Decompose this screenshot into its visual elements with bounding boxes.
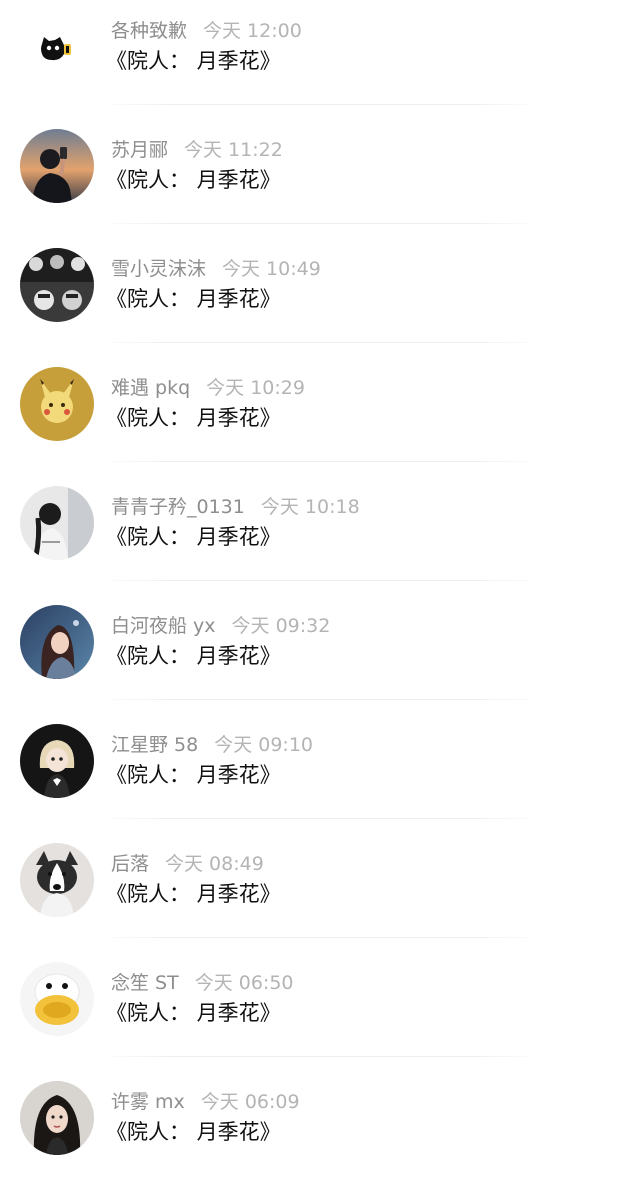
username[interactable]: 难遇 pkq: [111, 377, 190, 399]
comment-item[interactable]: 难遇 pkq 今天 10:29 《院人： 月季花》: [0, 357, 640, 476]
avatar[interactable]: [20, 129, 94, 203]
anime-girl-icon: [20, 605, 94, 679]
avatar[interactable]: [20, 605, 94, 679]
comment-item[interactable]: 后落 今天 08:49 《院人： 月季花》: [0, 833, 640, 952]
avatar[interactable]: [20, 10, 94, 84]
comment-text: 《院人： 月季花》: [106, 1001, 281, 1025]
timestamp: 今天 09:10: [214, 734, 314, 756]
username[interactable]: 雪小灵沫沫: [111, 258, 206, 280]
comment-text: 《院人： 月季花》: [106, 49, 281, 73]
divider: [111, 342, 531, 343]
comment-item[interactable]: 各种致歉 今天 12:00 《院人： 月季花》: [0, 0, 640, 119]
avatar[interactable]: [20, 248, 94, 322]
timestamp: 今天 11:22: [184, 139, 283, 161]
comment-text: 《院人： 月季花》: [106, 763, 281, 787]
username[interactable]: 各种致歉: [111, 20, 187, 42]
comment-item[interactable]: 青青子矜_0131 今天 10:18 《院人： 月季花》: [0, 476, 640, 595]
pikachu-icon: [20, 367, 94, 441]
comment-item[interactable]: 江星野 58 今天 09:10 《院人： 月季花》: [0, 714, 640, 833]
timestamp: 今天 12:00: [203, 20, 302, 42]
group-photo-icon: [20, 248, 94, 322]
divider: [111, 699, 531, 700]
cartoon-cat-icon: [20, 10, 94, 84]
timestamp: 今天 10:29: [206, 377, 305, 399]
divider: [111, 580, 531, 581]
username[interactable]: 后落: [111, 853, 149, 875]
person-photo-icon: [20, 1081, 94, 1155]
person-photo-icon: [20, 129, 94, 203]
timestamp: 今天 10:18: [260, 496, 360, 518]
divider: [111, 461, 531, 462]
duck-icon: [20, 962, 94, 1036]
avatar[interactable]: [20, 486, 94, 560]
comment-item[interactable]: 白河夜船 yx 今天 09:32 《院人： 月季花》: [0, 595, 640, 714]
comment-text: 《院人： 月季花》: [106, 525, 281, 549]
divider: [111, 1056, 531, 1057]
comment-text: 《院人： 月季花》: [106, 1120, 281, 1144]
divider: [111, 223, 531, 224]
comment-list: 各种致歉 今天 12:00 《院人： 月季花》 苏月郦 今天 11:22 《院人…: [0, 0, 640, 1174]
comment-item[interactable]: 雪小灵沫沫 今天 10:49 《院人： 月季花》: [0, 238, 640, 357]
divider: [111, 937, 531, 938]
timestamp: 今天 09:32: [231, 615, 331, 637]
comment-item[interactable]: 许雾 mx 今天 06:09 《院人： 月季花》: [0, 1071, 640, 1190]
avatar[interactable]: [20, 1081, 94, 1155]
username[interactable]: 青青子矜_0131: [111, 496, 245, 518]
username[interactable]: 苏月郦: [111, 139, 168, 161]
avatar[interactable]: [20, 367, 94, 441]
comment-item[interactable]: 念笙 ST 今天 06:50 《院人： 月季花》: [0, 952, 640, 1071]
comment-text: 《院人： 月季花》: [106, 406, 281, 430]
avatar[interactable]: [20, 724, 94, 798]
comment-text: 《院人： 月季花》: [106, 882, 281, 906]
username[interactable]: 白河夜船 yx: [111, 615, 216, 637]
avatar[interactable]: [20, 962, 94, 1036]
username[interactable]: 念笙 ST: [111, 972, 179, 994]
comment-text: 《院人： 月季花》: [106, 168, 281, 192]
timestamp: 今天 06:50: [194, 972, 294, 994]
anime-doll-icon: [20, 724, 94, 798]
avatar[interactable]: [20, 843, 94, 917]
divider: [111, 104, 531, 105]
comment-text: 《院人： 月季花》: [106, 644, 281, 668]
comment-text: 《院人： 月季花》: [106, 287, 281, 311]
person-photo-icon: [20, 486, 94, 560]
timestamp: 今天 06:09: [200, 1091, 300, 1113]
husky-puppy-icon: [20, 843, 94, 917]
timestamp: 今天 10:49: [222, 258, 321, 280]
timestamp: 今天 08:49: [165, 853, 264, 875]
comment-item[interactable]: 苏月郦 今天 11:22 《院人： 月季花》: [0, 119, 640, 238]
divider: [111, 818, 531, 819]
username[interactable]: 江星野 58: [111, 734, 198, 756]
username[interactable]: 许雾 mx: [111, 1091, 185, 1113]
